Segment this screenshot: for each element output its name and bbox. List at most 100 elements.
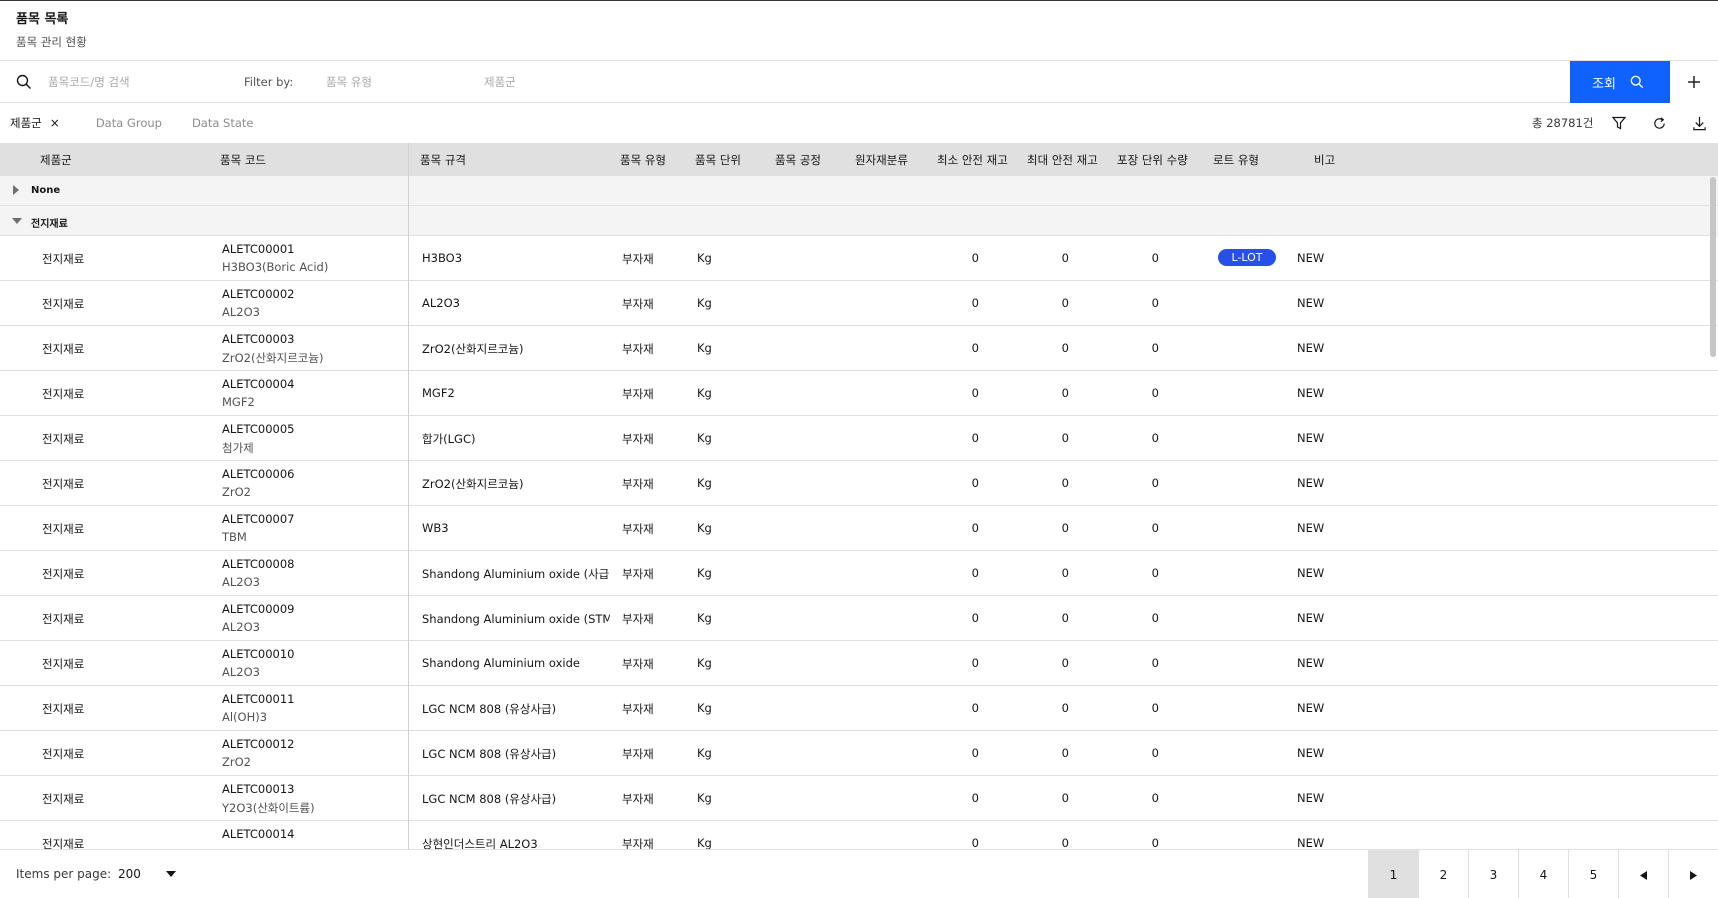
- page-button-3[interactable]: 3: [1468, 850, 1518, 898]
- cell-pack-qty: 0: [1151, 476, 1159, 490]
- table-row[interactable]: 전지재료 ALETC00012 ZrO2 LGC NCM 808 (유상사급) 부자재 K…: [0, 731, 1718, 776]
- pagination-footer: Items per page: 200 1 2 3 4 5: [0, 849, 1718, 898]
- cell-max-stock: 0: [1061, 656, 1069, 670]
- cell-item-code: ALETC00002: [222, 287, 295, 301]
- col-header-note[interactable]: 비고: [1314, 152, 1335, 168]
- table-row[interactable]: 전지재료 ALETC00006 ZrO2 ZrO2(산화지르코늄) 부자재 Kg 0 0 0 NE…: [0, 461, 1718, 506]
- table-row[interactable]: 전지재료 ALETC00001 H3BO3(Boric Acid) H3BO3 부자재 K…: [0, 236, 1718, 281]
- plus-icon: [1688, 76, 1700, 88]
- group-row-none[interactable]: None: [0, 176, 1718, 206]
- cell-product-group: 전지재료: [42, 252, 85, 266]
- table-row[interactable]: 전지재료 ALETC00002 AL2O3 AL2O3 부자재 Kg 0 0 0 NEW: [0, 281, 1718, 326]
- cell-item-spec: WB3: [422, 521, 449, 535]
- table-row[interactable]: 전지재료 ALETC00011 Al(OH)3 LGC NCM 808 (유상사급) 부…: [0, 686, 1718, 731]
- table-row[interactable]: 전지재료 ALETC00005 첨가제 합가(LGC) 부자재 Kg 0 0 0 NEW: [0, 416, 1718, 461]
- chevron-down-icon[interactable]: [166, 871, 176, 877]
- cell-product-group: 전지재료: [42, 522, 85, 536]
- col-header-group[interactable]: 제품군: [40, 152, 72, 168]
- cell-pack-qty: 0: [1151, 836, 1159, 849]
- cell-item-code: ALETC00008: [222, 557, 295, 571]
- cell-min-stock: 0: [971, 791, 979, 805]
- col-header-type[interactable]: 품목 유형: [620, 152, 666, 168]
- cell-product-group: 전지재료: [42, 477, 85, 491]
- cell-item-code: ALETC00012: [222, 737, 295, 751]
- tab-data-group[interactable]: Data Group: [96, 116, 162, 130]
- table-row[interactable]: 전지재료 ALETC00013 Y2O3(산화이트륨) LGC NCM 808 (유상…: [0, 776, 1718, 821]
- cell-item-spec: AL2O3: [422, 296, 460, 310]
- table-row[interactable]: 전지재료 ALETC00004 MGF2 MGF2 부자재 Kg 0 0 0 NEW: [0, 371, 1718, 416]
- prev-page-button[interactable]: [1618, 850, 1668, 898]
- cell-item-type: 부자재: [622, 702, 654, 716]
- product-group-filter[interactable]: [484, 61, 634, 102]
- items-per-page-label: Items per page:: [16, 867, 112, 881]
- col-header-material-class[interactable]: 원자재분류: [855, 152, 908, 168]
- cell-min-stock: 0: [971, 386, 979, 400]
- cell-item-type: 부자재: [622, 747, 654, 761]
- refresh-icon[interactable]: [1649, 113, 1669, 133]
- cell-pack-qty: 0: [1151, 431, 1159, 445]
- download-icon[interactable]: [1689, 113, 1709, 133]
- filter-icon[interactable]: [1609, 113, 1629, 133]
- cell-min-stock: 0: [971, 566, 979, 580]
- cell-item-unit: Kg: [697, 701, 712, 715]
- col-header-code[interactable]: 품목 코드: [220, 152, 266, 168]
- next-page-button[interactable]: [1668, 850, 1718, 898]
- col-header-spec[interactable]: 품목 규격: [420, 152, 466, 168]
- cell-item-spec: 합가(LGC): [422, 432, 476, 446]
- item-type-filter[interactable]: [326, 61, 484, 102]
- cell-item-code: ALETC00004: [222, 377, 295, 391]
- table-header: 제품군 품목 코드 품목 규격 품목 유형 품목 단위 품목 공정 원자재분류 …: [0, 143, 1718, 176]
- page-button-2[interactable]: 2: [1418, 850, 1468, 898]
- close-icon[interactable]: ×: [50, 116, 60, 130]
- caret-right-icon[interactable]: [12, 185, 20, 195]
- page-subtitle: 품목 관리 현황: [16, 35, 87, 49]
- search-input[interactable]: [48, 61, 238, 102]
- caret-left-icon: [1640, 870, 1647, 880]
- vertical-scrollbar[interactable]: [1710, 177, 1716, 357]
- col-header-max-stock[interactable]: 최대 안전 재고: [1027, 152, 1098, 168]
- group-by-chip[interactable]: 제품군 ×: [10, 115, 60, 131]
- group-row-battery[interactable]: 전지재료: [0, 206, 1718, 236]
- table-row[interactable]: 전지재료 ALETC00014 상현인더스트리 AL2O3 부자재 Kg 0 0 0 NEW: [0, 821, 1718, 849]
- caret-right-icon: [1690, 870, 1697, 880]
- cell-product-group: 전지재료: [42, 612, 85, 626]
- add-button[interactable]: [1670, 61, 1718, 103]
- col-header-min-stock[interactable]: 최소 안전 재고: [937, 152, 1008, 168]
- cell-item-type: 부자재: [622, 342, 654, 356]
- table-row[interactable]: 전지재료 ALETC00007 TBM WB3 부자재 Kg 0 0 0 NEW: [0, 506, 1718, 551]
- caret-down-icon[interactable]: [12, 217, 22, 225]
- col-header-pack-qty[interactable]: 포장 단위 수량: [1117, 152, 1188, 168]
- items-per-page-select[interactable]: 200: [118, 867, 141, 881]
- tab-data-state[interactable]: Data State: [192, 116, 254, 130]
- cell-pack-qty: 0: [1151, 746, 1159, 760]
- search-bar: Filter by: 조회: [0, 61, 1718, 103]
- table-body: 전지재료 ALETC00001 H3BO3(Boric Acid) H3BO3 부자재 K…: [0, 236, 1718, 849]
- cell-product-group: 전지재료: [42, 837, 85, 849]
- col-header-process[interactable]: 품목 공정: [775, 152, 821, 168]
- cell-min-stock: 0: [971, 296, 979, 310]
- cell-min-stock: 0: [971, 746, 979, 760]
- cell-item-type: 부자재: [622, 387, 654, 401]
- col-header-unit[interactable]: 품목 단위: [695, 152, 741, 168]
- cell-item-type: 부자재: [622, 657, 654, 671]
- table-row[interactable]: 전지재료 ALETC00010 AL2O3 Shandong Aluminium ox…: [0, 641, 1718, 686]
- table-row[interactable]: 전지재료 ALETC00008 AL2O3 Shandong Aluminium ox…: [0, 551, 1718, 596]
- cell-item-code: ALETC00005: [222, 422, 295, 436]
- cell-pack-qty: 0: [1151, 611, 1159, 625]
- page-button-5[interactable]: 5: [1568, 850, 1618, 898]
- page-button-1[interactable]: 1: [1368, 850, 1418, 898]
- cell-min-stock: 0: [971, 521, 979, 535]
- cell-item-spec: Shandong Aluminium oxide (사급): [422, 567, 610, 581]
- search-button[interactable]: 조회: [1570, 61, 1670, 103]
- col-header-lot-type[interactable]: 로트 유형: [1213, 152, 1259, 168]
- page-button-4[interactable]: 4: [1518, 850, 1568, 898]
- search-icon: [1630, 75, 1644, 89]
- table-row[interactable]: 전지재료 ALETC00009 AL2O3 Shandong Aluminium ox…: [0, 596, 1718, 641]
- cell-max-stock: 0: [1061, 746, 1069, 760]
- cell-note: NEW: [1297, 566, 1325, 580]
- cell-note: NEW: [1297, 296, 1325, 310]
- cell-item-name: H3BO3(Boric Acid): [222, 260, 329, 274]
- table-row[interactable]: 전지재료 ALETC00003 ZrO2(산화지르코늄) ZrO2(산화지르코늄) 부자…: [0, 326, 1718, 371]
- cell-pack-qty: 0: [1151, 386, 1159, 400]
- chip-label: 제품군: [10, 116, 42, 130]
